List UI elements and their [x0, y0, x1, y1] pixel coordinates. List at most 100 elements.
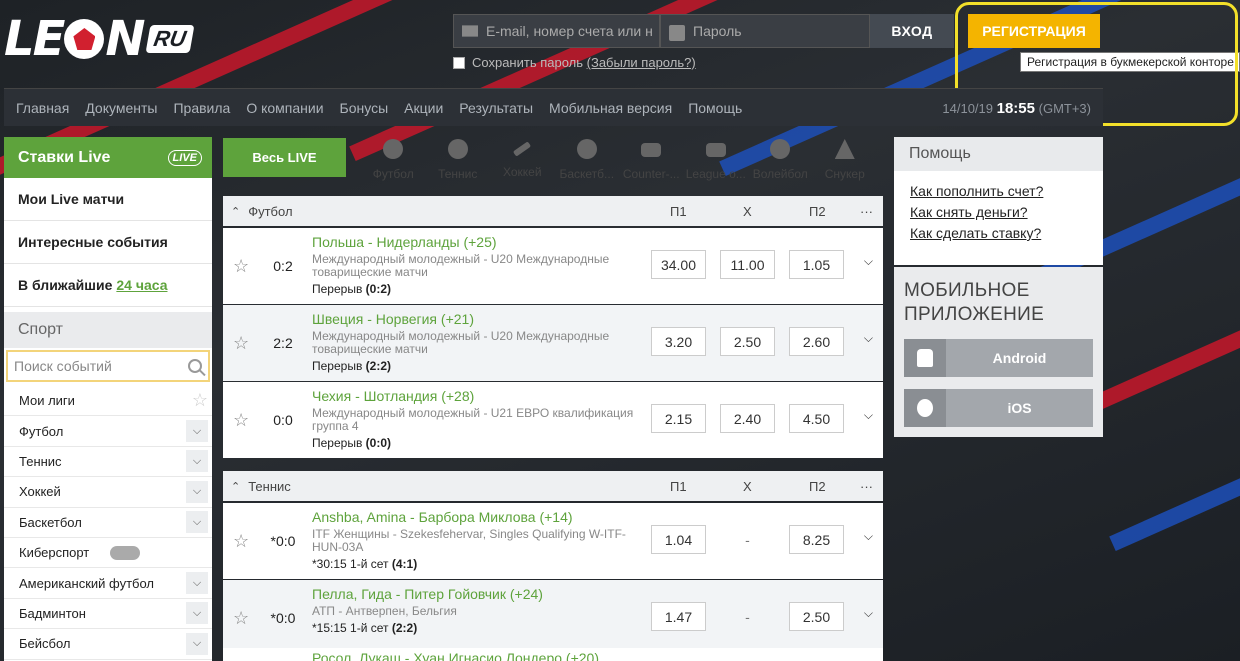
sport-item-baseball[interactable]: Бейсбол ⌵: [4, 629, 212, 660]
star-icon[interactable]: ☆: [233, 608, 249, 629]
match-title[interactable]: Швеция - Норвегия (+21): [312, 311, 642, 327]
chevron-down-icon[interactable]: ⌵: [186, 450, 208, 473]
odd-x: -: [745, 608, 750, 625]
sport-item-basketball[interactable]: Баскетбол ⌵: [4, 508, 212, 538]
tab-hockey[interactable]: Хоккей: [490, 137, 555, 181]
chevron-down-icon[interactable]: ⌵: [186, 572, 208, 595]
chevron-down-icon[interactable]: ⌵: [864, 408, 873, 423]
tab-tennis[interactable]: Теннис: [426, 137, 491, 181]
mobile-title-1: МОБИЛЬНОЕ: [904, 280, 1030, 301]
sport-item-my-leagues[interactable]: Мои лиги ☆: [4, 386, 212, 417]
star-icon[interactable]: ☆: [192, 390, 208, 411]
search-icon[interactable]: [188, 359, 202, 373]
section-football-header[interactable]: ⌃ Футбол П1 X П2 ···: [223, 196, 883, 226]
sport-item-badminton[interactable]: Бадминтон ⌵: [4, 599, 212, 630]
nav-promotions[interactable]: Акции: [404, 100, 443, 116]
leon-logo[interactable]: LE N RU: [4, 14, 194, 64]
nav-results[interactable]: Результаты: [459, 100, 533, 116]
event-search-input[interactable]: Поиск событий: [6, 350, 210, 382]
chevron-down-icon[interactable]: ⌵: [186, 420, 208, 443]
help-header: Помощь: [894, 137, 1103, 171]
help-link-bet[interactable]: Как сделать ставку?: [910, 223, 1103, 244]
nav-home[interactable]: Главная: [16, 100, 69, 116]
match-row[interactable]: ☆ *0:0 Пелла, Гида - Питер Гойовчик (+24…: [223, 580, 883, 656]
odd-p2[interactable]: 1.05: [789, 250, 844, 279]
match-row[interactable]: ☆ *0:0 Anshba, Amina - Барбора Миклова (…: [223, 503, 883, 579]
section-tennis-header[interactable]: ⌃ Теннис П1 X П2 ···: [223, 471, 883, 501]
odd-p2[interactable]: 8.25: [789, 525, 844, 554]
collapse-icon[interactable]: ⌃: [231, 205, 240, 218]
email-field[interactable]: E-mail, номер счета или н: [453, 14, 660, 48]
odd-p2[interactable]: 2.60: [789, 327, 844, 356]
mobile-title-2: ПРИЛОЖЕНИЕ: [904, 304, 1045, 325]
chevron-down-icon[interactable]: ⌵: [864, 606, 873, 621]
sport-item-esports[interactable]: Киберспорт: [4, 538, 212, 569]
collapse-icon[interactable]: ⌃: [231, 480, 240, 493]
help-link-deposit[interactable]: Как пополнить счет?: [910, 181, 1103, 202]
chevron-down-icon[interactable]: ⌵: [186, 632, 208, 655]
odd-p1[interactable]: 1.04: [651, 525, 706, 554]
match-title[interactable]: Польша - Нидерланды (+25): [312, 234, 642, 250]
save-password-checkbox[interactable]: [453, 56, 465, 69]
match-row[interactable]: Росол, Лукаш - Хуан Игнасио Лондеро (+20…: [223, 648, 883, 661]
nav-bonuses[interactable]: Бонусы: [340, 100, 389, 116]
sport-item-hockey[interactable]: Хоккей ⌵: [4, 477, 212, 508]
nav-help[interactable]: Помощь: [688, 100, 742, 116]
star-icon[interactable]: ☆: [233, 256, 249, 277]
star-icon[interactable]: ☆: [233, 531, 249, 552]
upcoming-24h-link[interactable]: 24 часа: [116, 277, 167, 293]
odd-p1[interactable]: 3.20: [651, 327, 706, 356]
sport-item-tennis[interactable]: Теннис ⌵: [4, 447, 212, 478]
star-icon[interactable]: ☆: [233, 410, 249, 431]
tab-league-of-legends[interactable]: League o...: [684, 137, 749, 181]
sport-tabs: Футбол Теннис Хоккей Баскетб... Counter-…: [361, 137, 877, 181]
forgot-password-link[interactable]: (Забыли пароль?): [587, 55, 696, 70]
my-live-matches[interactable]: Мои Live матчи: [4, 178, 212, 221]
match-title[interactable]: Чехия - Шотландия (+28): [312, 388, 642, 404]
sport-item-american-football[interactable]: Американский футбол ⌵: [4, 568, 212, 599]
snooker-icon: [834, 139, 855, 159]
match-title[interactable]: Пелла, Гида - Питер Гойовчик (+24): [312, 586, 642, 602]
tab-counter-strike[interactable]: Counter-...: [619, 137, 684, 181]
chevron-down-icon[interactable]: ⌵: [186, 602, 208, 625]
match-title[interactable]: Anshba, Amina - Барбора Миклова (+14): [312, 509, 642, 525]
match-row[interactable]: ☆ 0:0 Чехия - Шотландия (+28) Международ…: [223, 382, 883, 458]
ios-button[interactable]: iOS: [904, 389, 1093, 427]
odd-p1[interactable]: 2.15: [651, 404, 706, 433]
tab-basketball[interactable]: Баскетб...: [555, 137, 620, 181]
match-row[interactable]: ☆ 0:2 Польша - Нидерланды (+25) Междунар…: [223, 228, 883, 304]
odd-p1[interactable]: 1.47: [651, 602, 706, 631]
chevron-down-icon[interactable]: ⌵: [186, 480, 208, 503]
live-bets-header[interactable]: Ставки Live LIVE: [4, 137, 212, 178]
nav-documents[interactable]: Документы: [85, 100, 157, 116]
help-link-withdraw[interactable]: Как снять деньги?: [910, 202, 1103, 223]
chevron-down-icon[interactable]: ⌵: [864, 254, 873, 269]
chevron-down-icon[interactable]: ⌵: [864, 331, 873, 346]
odd-p2[interactable]: 4.50: [789, 404, 844, 433]
tab-football[interactable]: Футбол: [361, 137, 426, 181]
star-icon[interactable]: ☆: [233, 333, 249, 354]
odd-p2[interactable]: 2.50: [789, 602, 844, 631]
nav-rules[interactable]: Правила: [173, 100, 230, 116]
chevron-down-icon[interactable]: ⌵: [864, 529, 873, 544]
right-sidebar: Помощь Как пополнить счет? Как снять ден…: [894, 137, 1103, 437]
match-row[interactable]: ☆ 2:2 Швеция - Норвегия (+21) Международ…: [223, 305, 883, 381]
odd-p1[interactable]: 34.00: [651, 250, 706, 279]
nav-mobile[interactable]: Мобильная версия: [549, 100, 672, 116]
odd-x[interactable]: 2.40: [720, 404, 775, 433]
tab-volleyball[interactable]: Волейбол: [748, 137, 813, 181]
login-button[interactable]: ВХОД: [870, 14, 954, 48]
hockey-icon: [513, 141, 532, 157]
android-button[interactable]: Android: [904, 339, 1093, 377]
sport-item-football[interactable]: Футбол ⌵: [4, 416, 212, 447]
main-nav: Главная Документы Правила О компании Бон…: [4, 88, 1103, 126]
match-title[interactable]: Росол, Лукаш - Хуан Игнасио Лондеро (+20…: [312, 650, 642, 661]
all-live-button[interactable]: Весь LIVE: [223, 138, 346, 177]
odd-x[interactable]: 11.00: [720, 250, 775, 279]
odd-x[interactable]: 2.50: [720, 327, 775, 356]
nav-about[interactable]: О компании: [246, 100, 323, 116]
chevron-down-icon[interactable]: ⌵: [186, 511, 208, 534]
tab-snooker[interactable]: Снукер: [813, 137, 878, 181]
interesting-events[interactable]: Интересные события: [4, 221, 212, 264]
password-field[interactable]: Пароль: [660, 14, 870, 48]
